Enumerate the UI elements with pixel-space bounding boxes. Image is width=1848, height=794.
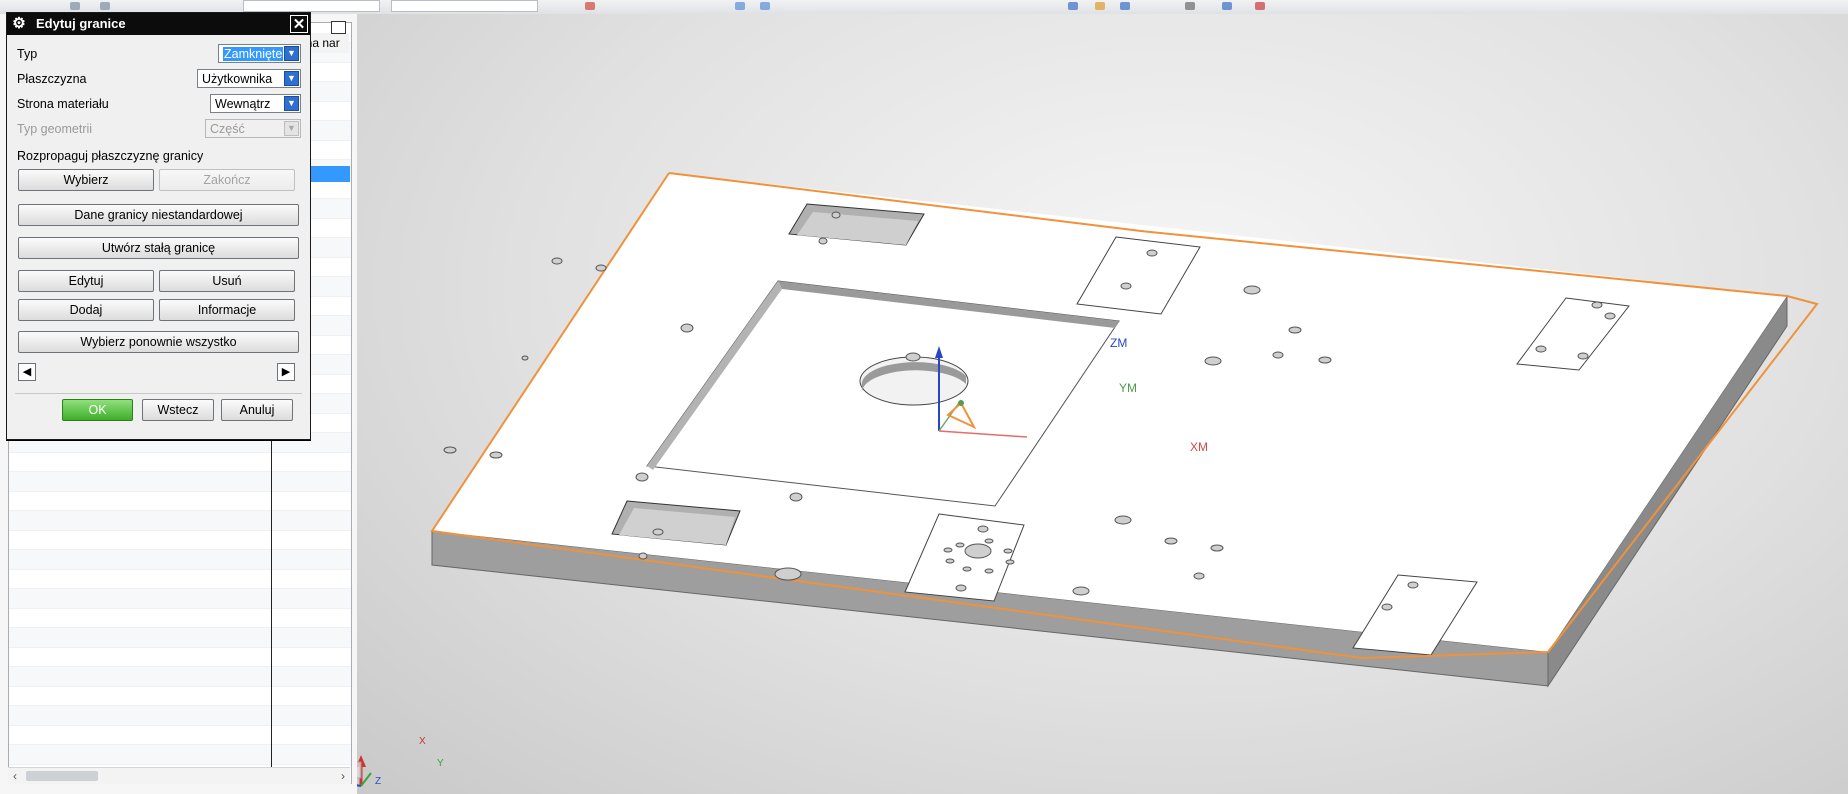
dialog-title: Edytuj granice <box>36 16 126 31</box>
wcs-y-label: YM <box>1119 381 1137 395</box>
navigator-row[interactable] <box>9 549 351 570</box>
geometry-type-select: Część ▼ <box>205 119 301 138</box>
toolbar-combo-2[interactable] <box>391 0 538 12</box>
toolbar-icon[interactable] <box>735 2 745 10</box>
type-label: Typ <box>17 47 38 61</box>
divider <box>15 393 302 394</box>
plane-label: Płaszczyzna <box>17 72 87 86</box>
type-select[interactable]: Zamknięte ▼ <box>218 44 301 63</box>
info-button[interactable]: Informacje <box>159 299 295 321</box>
dialog-title-bar[interactable]: ⚙ Edytuj granice ✕ <box>7 13 310 35</box>
maximize-icon[interactable] <box>331 21 346 34</box>
graphics-viewport[interactable]: ZM YM XM X Y Z <box>357 14 1848 794</box>
navigator-row[interactable] <box>9 725 351 745</box>
toolbar-icon[interactable] <box>760 2 770 10</box>
navigator-row[interactable] <box>9 510 351 531</box>
chevron-down-icon: ▼ <box>284 121 299 136</box>
navigator-hscrollbar[interactable]: ‹ › <box>8 767 350 784</box>
next-arrow-icon[interactable]: ▶ <box>277 363 295 381</box>
toolbar-icon[interactable] <box>100 2 110 10</box>
create-permanent-boundary-button[interactable]: Utwórz stałą granicę <box>18 237 299 259</box>
material-side-select[interactable]: Wewnątrz ▼ <box>210 94 301 113</box>
ok-button[interactable]: OK <box>62 399 133 421</box>
navigator-row[interactable] <box>9 491 351 511</box>
toolbar-icon[interactable] <box>1120 2 1130 10</box>
gear-icon[interactable]: ⚙ <box>11 16 27 32</box>
triad-y-label: Y <box>437 758 444 769</box>
edit-button[interactable]: Edytuj <box>18 270 154 292</box>
triad-x-label: X <box>419 736 426 747</box>
cancel-button[interactable]: Anuluj <box>221 399 293 421</box>
toolbar-icon[interactable] <box>585 2 595 10</box>
custom-boundary-data-button[interactable]: Dane granicy niestandardowej <box>18 204 299 226</box>
navigator-row[interactable] <box>9 569 351 589</box>
toolbar-icon[interactable] <box>1255 2 1265 10</box>
part-model <box>357 172 1819 787</box>
finish-button: Zakończ <box>159 169 295 191</box>
edit-boundary-dialog: ⚙ Edytuj granice ✕ Typ Zamknięte ▼ Płasz… <box>6 12 311 440</box>
geometry-type-label: Typ geometrii <box>17 122 93 136</box>
previous-arrow-icon[interactable]: ◀ <box>18 363 36 381</box>
toolbar-icon[interactable] <box>1222 2 1232 10</box>
chevron-down-icon: ▼ <box>284 71 299 86</box>
triad-z-label: Z <box>375 776 382 787</box>
toolbar-combo-1[interactable] <box>243 0 380 12</box>
select-button[interactable]: Wybierz <box>18 169 154 191</box>
scroll-thumb[interactable] <box>26 771 98 781</box>
close-icon[interactable]: ✕ <box>290 15 308 33</box>
navigator-row[interactable] <box>9 530 351 550</box>
propagate-label: Rozpropaguj płaszczyznę granicy <box>17 149 204 163</box>
chevron-down-icon: ▼ <box>284 96 299 111</box>
navigator-row[interactable] <box>9 627 351 648</box>
wcs-z-label: ZM <box>1110 336 1128 350</box>
material-side-label: Strona materiału <box>17 97 109 111</box>
reselect-all-button[interactable]: Wybierz ponownie wszystko <box>18 331 299 353</box>
scroll-left-icon[interactable]: ‹ <box>8 768 22 784</box>
chevron-down-icon: ▼ <box>284 46 299 61</box>
navigator-row[interactable] <box>9 608 351 628</box>
add-button[interactable]: Dodaj <box>18 299 154 321</box>
navigator-row[interactable] <box>9 666 351 687</box>
navigator-row[interactable] <box>9 744 351 765</box>
scroll-right-icon[interactable]: › <box>336 768 350 784</box>
navigator-row[interactable] <box>9 705 351 726</box>
toolbar-icon[interactable] <box>1185 2 1195 10</box>
plane-select[interactable]: Użytkownika ▼ <box>197 69 301 88</box>
delete-button[interactable]: Usuń <box>159 270 295 292</box>
navigator-row[interactable] <box>9 647 351 667</box>
wcs-x-label: XM <box>1190 440 1208 454</box>
toolbar-icon[interactable] <box>1095 2 1105 10</box>
navigator-row[interactable] <box>9 452 351 472</box>
back-button[interactable]: Wstecz <box>142 399 214 421</box>
navigator-row[interactable] <box>9 471 351 492</box>
toolbar-icon[interactable] <box>1068 2 1078 10</box>
navigator-row[interactable] <box>9 686 351 706</box>
toolbar-icon[interactable] <box>70 2 80 10</box>
navigator-row[interactable] <box>9 588 351 609</box>
